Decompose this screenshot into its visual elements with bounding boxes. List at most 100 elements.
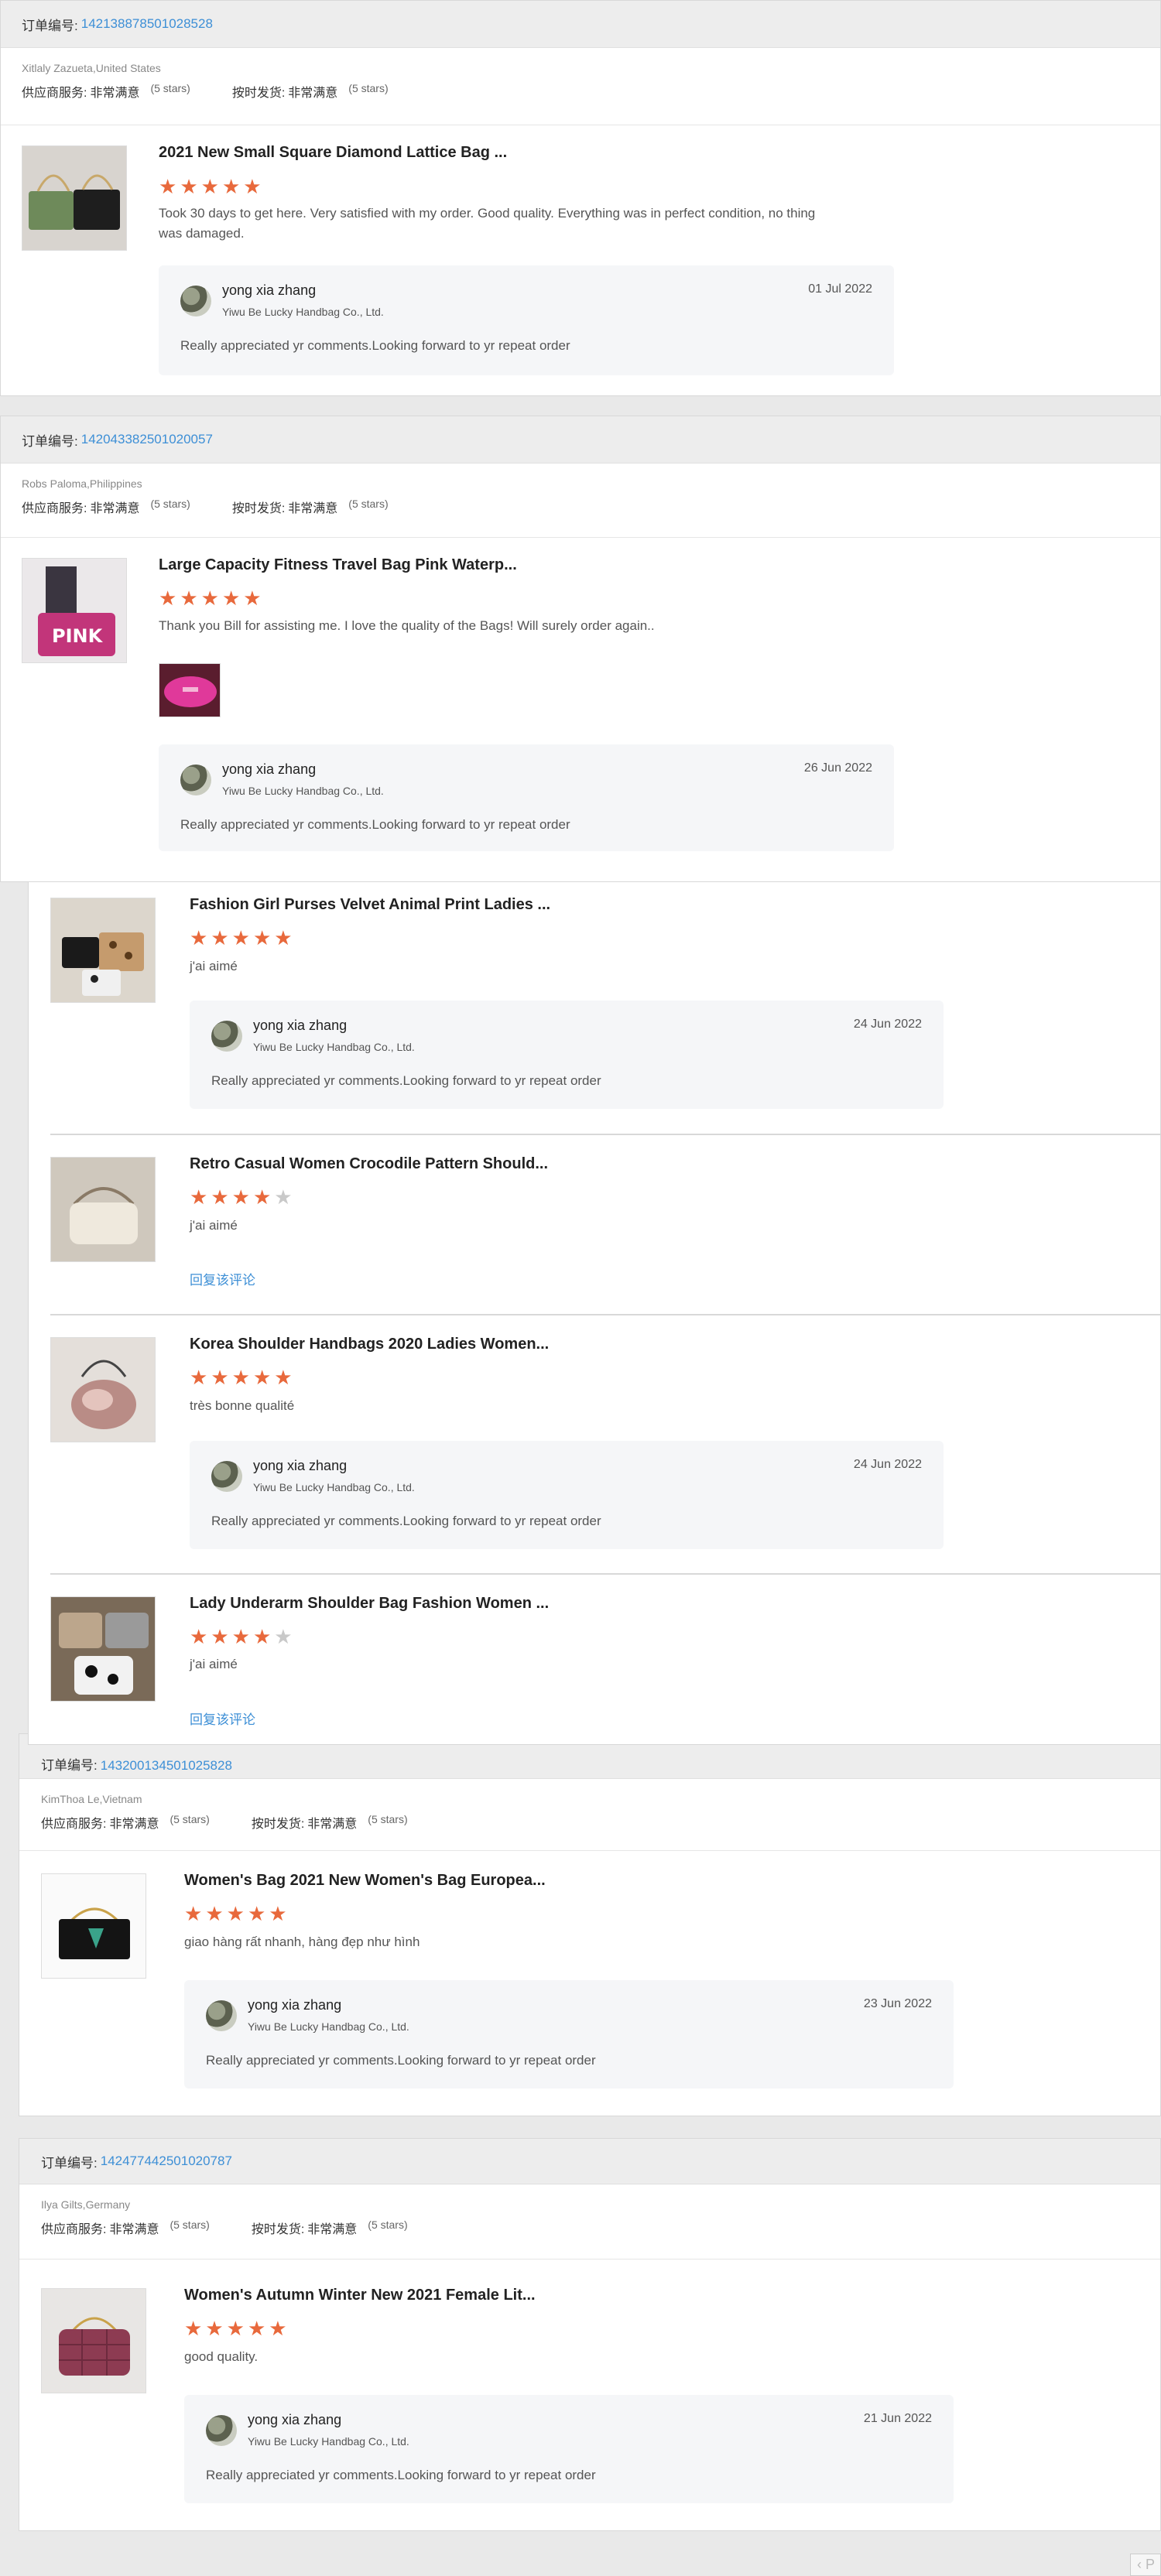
product-title[interactable]: Lady Underarm Shoulder Bag Fashion Women… [190, 1595, 549, 1613]
supplier-stars-text: (5 stars) [150, 498, 190, 510]
product-thumbnail[interactable] [50, 1157, 156, 1262]
order-ratings: 供应商服务: 非常满意 (5 stars) 按时发货: 非常满意 (5 star… [41, 2219, 1160, 2237]
reply-text: Really appreciated yr comments.Looking f… [180, 338, 570, 353]
reply-company: Yiwu Be Lucky Handbag Co., Ltd. [222, 785, 384, 797]
seller-reply: yong xia zhang Yiwu Be Lucky Handbag Co.… [184, 2395, 954, 2503]
order-ratings: 供应商服务: 非常满意 (5 stars) 按时发货: 非常满意 (5 star… [22, 498, 1160, 516]
star-empty-icon: ★ [274, 1625, 293, 1648]
star-icon: ★ [200, 587, 219, 610]
review-comment: j'ai aimé [190, 1218, 238, 1233]
rating-stars: ★ ★ ★ ★ ★ [190, 928, 293, 948]
star-icon: ★ [180, 587, 198, 610]
seller-reply: yong xia zhang Yiwu Be Lucky Handbag Co.… [184, 1980, 954, 2089]
product-thumbnail[interactable] [50, 1337, 156, 1442]
reply-author: yong xia zhang [222, 282, 317, 298]
reply-author: yong xia zhang [248, 1997, 342, 2013]
reply-date: 23 Jun 2022 [863, 1997, 932, 2010]
product-thumbnail[interactable] [22, 145, 127, 251]
seller-avatar [180, 765, 211, 795]
product-thumbnail[interactable] [41, 1873, 146, 1979]
star-icon: ★ [247, 1902, 266, 1925]
shipping-rating: 非常满意 [307, 1818, 358, 1831]
divider [1, 537, 1160, 538]
review-comment: très bonne qualité [190, 1398, 295, 1413]
order-number-link[interactable]: 143200134501025828 [101, 1758, 232, 1774]
reply-company: Yiwu Be Lucky Handbag Co., Ltd. [253, 1041, 415, 1053]
star-icon: ★ [205, 1902, 224, 1925]
star-icon: ★ [231, 1185, 250, 1209]
shipping-label: 按时发货: [231, 502, 286, 515]
rating-stars: ★ ★ ★ ★ ★ [184, 1904, 287, 1924]
reply-text: Really appreciated yr comments.Looking f… [180, 817, 570, 832]
seller-avatar [206, 2415, 237, 2446]
pagination-prev-button[interactable]: ‹ P [1130, 2554, 1161, 2576]
product-title[interactable]: 2021 New Small Square Diamond Lattice Ba… [159, 144, 507, 162]
order-card: 订单编号: 142043382501020057 Robs Paloma,Phi… [0, 416, 1161, 882]
shipping-label: 按时发货: [251, 1818, 305, 1831]
reply-author: yong xia zhang [248, 2412, 342, 2427]
reply-comment-link[interactable]: 回复该评论 [190, 1269, 255, 1288]
item-divider [50, 1314, 1160, 1315]
shipping-rating: 非常满意 [288, 502, 338, 515]
product-title[interactable]: Women's Bag 2021 New Women's Bag Europea… [184, 1872, 546, 1890]
reply-company: Yiwu Be Lucky Handbag Co., Ltd. [253, 1481, 415, 1493]
reply-date: 21 Jun 2022 [863, 2412, 932, 2425]
supplier-rating: 非常满意 [109, 2223, 159, 2236]
shipping-stars-text: (5 stars) [368, 2219, 408, 2231]
star-icon: ★ [184, 1902, 203, 1925]
star-icon: ★ [190, 1185, 208, 1209]
star-icon: ★ [200, 175, 219, 198]
star-icon: ★ [231, 926, 250, 949]
rating-stars: ★ ★ ★ ★ ★ [190, 1367, 293, 1387]
review-photo[interactable] [159, 663, 221, 717]
product-title[interactable]: Fashion Girl Purses Velvet Animal Print … [190, 896, 550, 914]
star-icon: ★ [190, 926, 208, 949]
star-icon: ★ [211, 1185, 229, 1209]
divider [19, 1850, 1160, 1851]
seller-avatar [211, 1021, 242, 1052]
shipping-stars-text: (5 stars) [348, 82, 389, 94]
product-thumbnail[interactable] [50, 1596, 156, 1702]
supplier-stars-text: (5 stars) [170, 1813, 210, 1825]
review-comment: j'ai aimé [190, 1657, 238, 1671]
shipping-rating: 非常满意 [307, 2223, 358, 2236]
shipping-label: 按时发货: [251, 2223, 305, 2236]
order-ratings: 供应商服务: 非常满意 (5 stars) 按时发货: 非常满意 (5 star… [41, 1813, 1160, 1832]
shipping-stars-text: (5 stars) [348, 498, 389, 510]
product-title[interactable]: Women's Autumn Winter New 2021 Female Li… [184, 2287, 536, 2304]
review-comment: Took 30 days to get here. Very satisfied… [159, 206, 816, 241]
star-icon: ★ [226, 2317, 245, 2340]
rating-stars: ★ ★ ★ ★ ★ [159, 176, 262, 197]
star-icon: ★ [190, 1625, 208, 1648]
divider [19, 2259, 1160, 2260]
reply-author: yong xia zhang [222, 761, 317, 777]
product-thumbnail[interactable] [41, 2288, 146, 2393]
star-icon: ★ [274, 926, 293, 949]
star-icon: ★ [269, 2317, 287, 2340]
reply-comment-link[interactable]: 回复该评论 [190, 1709, 255, 1728]
product-title[interactable]: Large Capacity Fitness Travel Bag Pink W… [159, 556, 517, 574]
star-icon: ★ [269, 1902, 287, 1925]
product-title[interactable]: Korea Shoulder Handbags 2020 Ladies Wome… [190, 1336, 549, 1353]
buyer-name: Xitlaly Zazueta,United States [22, 62, 161, 74]
order-number-link[interactable]: 142138878501028528 [81, 16, 213, 32]
product-thumbnail[interactable]: PINK [22, 558, 127, 663]
seller-reply: yong xia zhang Yiwu Be Lucky Handbag Co.… [159, 744, 894, 851]
star-icon: ★ [231, 1366, 250, 1389]
product-thumbnail[interactable] [50, 898, 156, 1003]
seller-avatar [211, 1461, 242, 1492]
order-label: 订单编号: [22, 433, 78, 449]
reply-company: Yiwu Be Lucky Handbag Co., Ltd. [248, 2435, 409, 2448]
product-title[interactable]: Retro Casual Women Crocodile Pattern Sho… [190, 1155, 548, 1173]
order-number-link[interactable]: 142043382501020057 [81, 432, 213, 447]
order-number-link[interactable]: 142477442501020787 [101, 2154, 232, 2169]
star-icon: ★ [211, 1366, 229, 1389]
reply-date: 01 Jul 2022 [808, 282, 872, 296]
shipping-rating: 非常满意 [288, 87, 338, 100]
star-icon: ★ [184, 2317, 203, 2340]
star-icon: ★ [274, 1366, 293, 1389]
seller-avatar [206, 2000, 237, 2031]
reply-author: yong xia zhang [253, 1018, 348, 1033]
order-header: 订单编号: 142477442501020787 [19, 2139, 1160, 2184]
supplier-stars-text: (5 stars) [170, 2219, 210, 2231]
